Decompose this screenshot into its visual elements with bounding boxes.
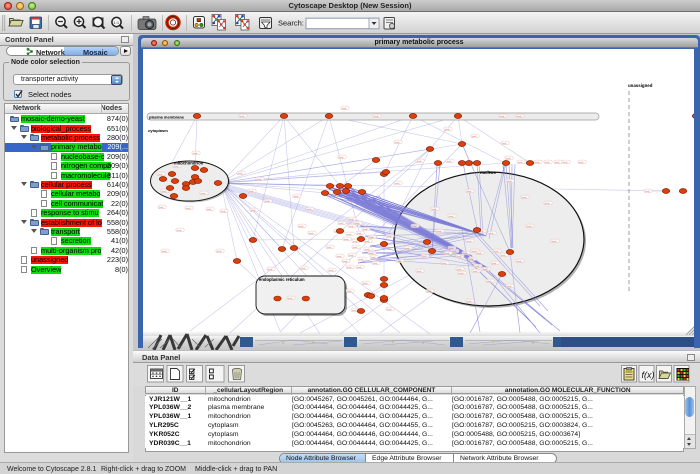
svg-text:f(x): f(x) xyxy=(642,370,655,380)
svg-text:1:1: 1:1 xyxy=(114,20,120,25)
svg-text:Search:: Search: xyxy=(278,19,304,28)
